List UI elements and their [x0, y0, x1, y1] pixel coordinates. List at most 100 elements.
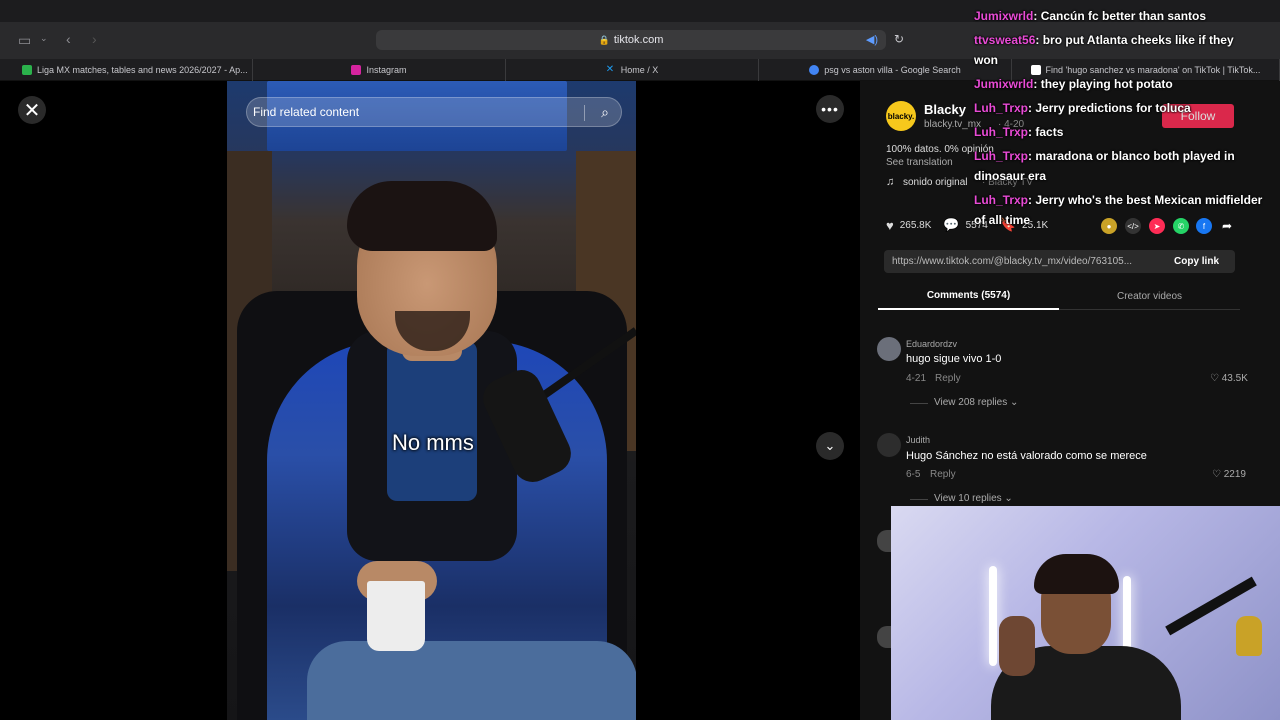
search-icon[interactable]: ⌕	[601, 104, 609, 121]
chat-username: Luh_Trxp	[974, 149, 1029, 163]
facebook-icon[interactable]: f	[1196, 218, 1212, 234]
commenter-avatar[interactable]	[877, 530, 891, 552]
tab-comments[interactable]: Comments (5574)	[878, 283, 1059, 310]
chat-separator: :	[1033, 9, 1041, 23]
comment-like[interactable]: ♡ 43.5K	[1210, 373, 1248, 384]
music-title[interactable]: sonido original	[903, 177, 968, 188]
chat-message: Jumixwrld: they playing hot potato	[974, 74, 1173, 94]
divider	[584, 105, 585, 121]
reply-button[interactable]: Reply	[935, 373, 961, 384]
chat-text: facts	[1035, 125, 1064, 139]
view-replies-button[interactable]: View 208 replies ⌄	[934, 397, 1018, 408]
divider	[910, 403, 928, 404]
browser-tab[interactable]: ✕ Home / X	[506, 59, 759, 81]
video-caption: No mms	[392, 430, 474, 455]
chat-username: Luh_Trxp	[974, 125, 1029, 139]
chat-message: ttvsweat56: bro put Atlanta cheeks like …	[974, 30, 1234, 50]
comment-date: 4-21	[906, 373, 927, 384]
chat-message: Luh_Trxp: Jerry predictions for toluca	[974, 98, 1191, 118]
address-text: tiktok.com	[613, 34, 664, 46]
commenter-avatar[interactable]	[877, 433, 901, 457]
search-placeholder: Find related content	[253, 105, 360, 119]
see-translation-link[interactable]: See translation	[886, 157, 953, 168]
more-options-icon[interactable]: •••	[816, 95, 844, 123]
chevron-down-icon[interactable]: ⌄	[40, 33, 48, 44]
address-bar[interactable]: 🔒 tiktok.com ◀) ↻	[376, 30, 904, 50]
webcam-person	[999, 616, 1035, 676]
chat-text: Jerry who's the best Mexican midfielder	[1035, 193, 1263, 207]
tab-label: Liga MX matches, tables and news 2026/20…	[37, 65, 248, 75]
chat-message: dinosaur era	[974, 166, 1046, 186]
chat-username: ttvsweat56	[974, 33, 1036, 47]
chat-text: they playing hot potato	[1040, 77, 1173, 91]
chat-separator: :	[1035, 33, 1043, 47]
video-cup	[367, 581, 425, 651]
share-link-box: https://www.tiktok.com/@blacky.tv_mx/vid…	[884, 250, 1235, 273]
webcam-person	[1034, 554, 1119, 594]
webcam-trophy	[1236, 616, 1262, 656]
chat-message: Luh_Trxp: Jerry who's the best Mexican m…	[974, 190, 1262, 210]
author-name[interactable]: Blacky	[924, 102, 966, 117]
chat-text: dinosaur era	[974, 169, 1047, 183]
commenter-avatar[interactable]	[877, 337, 901, 361]
browser-tab[interactable]: Instagram	[253, 59, 506, 81]
video-person	[307, 641, 636, 720]
audio-icon[interactable]: ◀)	[866, 33, 878, 46]
instagram-icon	[351, 65, 362, 75]
repost-icon[interactable]: ●	[1101, 218, 1117, 234]
streamer-webcam	[891, 506, 1280, 720]
embed-icon[interactable]: </>	[1125, 218, 1141, 234]
tab-label: Instagram	[366, 65, 407, 75]
video-person	[387, 341, 477, 501]
comment-username[interactable]: Eduardordzv	[906, 339, 957, 349]
related-search-input[interactable]: Find related content ⌕	[246, 97, 622, 127]
commenter-avatar[interactable]	[877, 626, 891, 648]
send-icon[interactable]: ➤	[1149, 218, 1165, 234]
back-icon[interactable]: ‹	[66, 31, 71, 47]
music-note-icon: ♫	[886, 176, 895, 188]
chevron-down-icon: ⌄	[1007, 397, 1019, 408]
video-player[interactable]	[227, 81, 636, 720]
x-icon: ✕	[605, 64, 615, 75]
chevron-down-icon: ⌄	[1001, 493, 1013, 504]
chat-text: Jerry predictions for toluca	[1035, 101, 1191, 115]
chat-separator: :	[1033, 77, 1041, 91]
webcam-light	[1123, 576, 1131, 656]
browser-tab[interactable]: Liga MX matches, tables and news 2026/20…	[0, 59, 253, 81]
like-count: 265.8K	[899, 219, 932, 231]
reload-icon[interactable]: ↻	[894, 32, 904, 46]
tab-creator-videos[interactable]: Creator videos	[1059, 283, 1240, 310]
video-person	[347, 181, 497, 251]
forward-icon[interactable]: ›	[92, 31, 97, 47]
comment-like[interactable]: ♡ 2219	[1212, 469, 1246, 480]
divider	[910, 499, 928, 500]
comment-username[interactable]: Judith	[906, 435, 930, 445]
heart-icon[interactable]: ♥	[886, 218, 894, 233]
whatsapp-icon[interactable]: ✆	[1173, 218, 1189, 234]
comment-like-count: 2219	[1223, 469, 1246, 480]
google-icon	[809, 65, 820, 75]
next-video-chevron-down-icon[interactable]: ⌄	[816, 432, 844, 460]
close-icon[interactable]: ✕	[18, 96, 46, 124]
copy-link-button[interactable]: Copy link	[1160, 256, 1219, 267]
tab-label: psg vs aston villa - Google Search	[824, 65, 961, 75]
author-avatar[interactable]: blacky.	[886, 101, 916, 131]
webcam-light	[989, 566, 997, 666]
heart-outline-icon: ♡	[1210, 373, 1222, 384]
reply-button[interactable]: Reply	[930, 469, 956, 480]
chat-message: won	[974, 50, 998, 70]
view-replies-button[interactable]: View 10 replies ⌄	[934, 493, 1013, 504]
comment-icon[interactable]: 💬	[943, 217, 959, 233]
share-link-url[interactable]: https://www.tiktok.com/@blacky.tv_mx/vid…	[884, 256, 1160, 267]
chat-message: of all time	[974, 210, 1030, 230]
lock-icon: 🔒	[598, 34, 610, 45]
comment-text: hugo sigue vivo 1-0	[906, 353, 1002, 365]
chat-message: Luh_Trxp: facts	[974, 122, 1063, 142]
tab-label: Home / X	[620, 65, 659, 75]
sidebar-toggle-icon[interactable]: ▭	[18, 32, 31, 49]
share-arrow-icon[interactable]: ➦	[1219, 218, 1235, 234]
chat-text: maradona or blanco both played in	[1035, 149, 1235, 163]
author-handle[interactable]: blacky.tv_mx	[924, 119, 981, 130]
chat-text: Cancún fc better than santos	[1040, 9, 1207, 23]
chat-text: of all time	[974, 213, 1031, 227]
